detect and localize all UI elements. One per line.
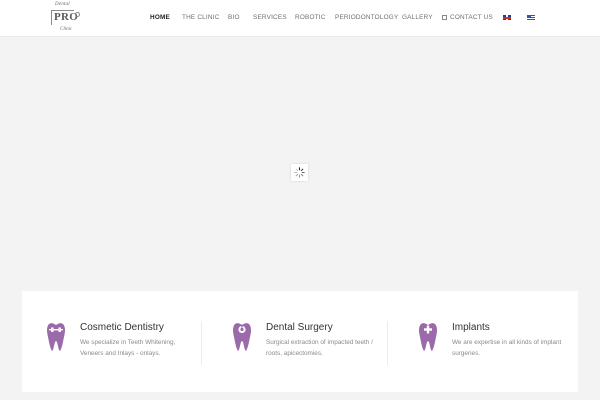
feature-description: We specialize in Teeth Whitening, Veneer… <box>80 339 176 357</box>
nav-periodontology[interactable]: PERIODONTOLOGY <box>335 14 398 21</box>
nav-contact-us-label: CONTACT US <box>450 14 493 21</box>
nav-gallery[interactable]: GALLERY <box>402 14 433 21</box>
feature-implants[interactable]: Implants We are expertise in all kinds o… <box>394 291 574 392</box>
nav-services[interactable]: SERVICES <box>253 14 287 21</box>
feature-title: Dental Surgery <box>266 322 333 333</box>
nav-robotic[interactable]: ROBOTIC <box>295 14 326 21</box>
feature-description: Surgical extraction of impacted teeth / … <box>266 339 373 357</box>
services-features: Cosmetic Dentistry We specialize in Teet… <box>22 291 578 392</box>
feature-cosmetic-dentistry[interactable]: Cosmetic Dentistry We specialize in Teet… <box>22 291 202 392</box>
uk-flag-icon[interactable] <box>503 15 511 20</box>
nav-the-clinic[interactable]: THE CLINIC <box>182 14 220 21</box>
feature-divider <box>387 321 388 365</box>
feature-dental-surgery[interactable]: Dental Surgery Surgical extraction of im… <box>208 291 388 392</box>
feature-description: We are expertise in all kinds of implant… <box>452 339 562 357</box>
tooth-plus-icon <box>418 322 438 357</box>
calendar-icon <box>442 14 447 20</box>
tooth-braces-icon <box>46 322 66 357</box>
site-header: Dental PRO Clinic HOME THE CLINIC BIO SE… <box>0 0 600 37</box>
loading-spinner <box>291 164 308 181</box>
nav-contact-us[interactable]: CONTACT US <box>442 14 493 21</box>
feature-title: Implants <box>452 322 490 333</box>
tooth-tool-icon <box>232 322 252 357</box>
nav-home[interactable]: HOME <box>150 14 170 21</box>
greek-flag-icon[interactable] <box>527 15 535 20</box>
nav-bio[interactable]: BIO <box>228 14 240 21</box>
feature-title: Cosmetic Dentistry <box>80 322 164 333</box>
feature-divider <box>201 321 202 365</box>
spinner-icon <box>294 167 305 178</box>
